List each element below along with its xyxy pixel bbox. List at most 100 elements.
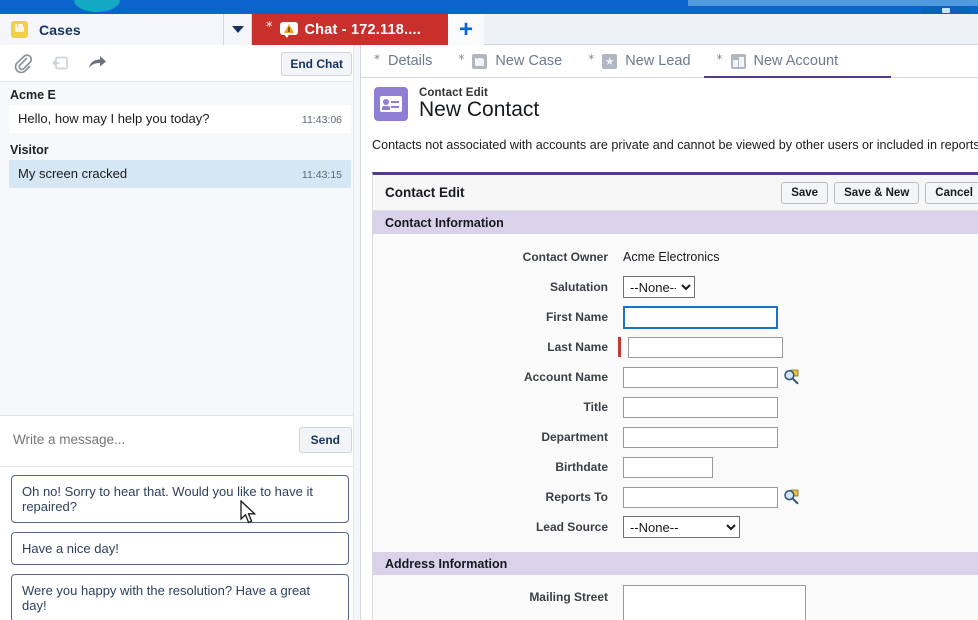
console-tab-chat-label: Chat - 172.118.... <box>305 22 421 38</box>
subtab-new-lead[interactable]: * ★ New Lead <box>575 45 703 78</box>
panel-divider[interactable] <box>353 45 361 620</box>
save-button[interactable]: Save <box>781 182 828 204</box>
field-label: Salutation <box>373 280 618 294</box>
console-tab-chat[interactable]: * Chat - 172.118.... <box>252 14 448 45</box>
chat-message-author: Acme E <box>0 82 360 105</box>
field-label: First Name <box>373 310 618 324</box>
quick-reply-item[interactable]: Have a nice day! <box>11 532 349 565</box>
cancel-button[interactable]: Cancel <box>925 182 978 204</box>
chat-message-input[interactable] <box>13 432 283 447</box>
field-row-title: Title <box>373 394 978 420</box>
salutation-select[interactable]: --None-- <box>623 276 695 298</box>
contact-edit-card-title: Contact Edit <box>385 185 781 200</box>
subtab-label: Details <box>388 53 432 69</box>
last-name-input[interactable] <box>628 337 783 358</box>
field-label: Last Name <box>373 340 618 354</box>
subtab-label: New Account <box>754 53 839 69</box>
address-information-fields: Mailing Street Mailing City <box>373 575 978 620</box>
field-row-last-name: Last Name <box>373 334 978 360</box>
save-and-new-button[interactable]: Save & New <box>834 182 919 204</box>
field-label: Title <box>373 400 618 414</box>
chat-toolbar: End Chat <box>0 45 360 82</box>
field-label: Reports To <box>373 490 618 504</box>
chat-composer: Send <box>0 415 360 467</box>
field-row-account-name: Account Name <box>373 364 978 390</box>
field-label: Account Name <box>373 370 618 384</box>
browser-toolbar-pill-glyph <box>942 8 950 13</box>
mouse-cursor <box>240 500 257 525</box>
send-message-button[interactable]: Send <box>299 427 352 453</box>
account-lookup-icon[interactable] <box>783 369 799 385</box>
title-input[interactable] <box>623 397 778 418</box>
first-name-input[interactable] <box>623 306 778 329</box>
subtab-details[interactable]: * Details <box>361 45 445 78</box>
case-icon <box>472 54 487 69</box>
department-input[interactable] <box>623 427 778 448</box>
field-label: Mailing Street <box>373 585 618 604</box>
record-header: Contact Edit New Contact <box>361 78 978 130</box>
chat-message-time: 11:43:06 <box>294 114 342 126</box>
chat-bubble-warning-icon <box>280 22 298 37</box>
unsaved-marker-icon: * <box>266 21 273 34</box>
chat-message-author: Visitor <box>0 137 360 160</box>
field-row-contact-owner: Contact Owner Acme Electronics <box>373 244 978 270</box>
console-tab-dropdown-button[interactable] <box>224 14 252 45</box>
record-panel: * Details * New Case * ★ New Lead * New … <box>361 45 978 620</box>
end-chat-button[interactable]: End Chat <box>281 52 352 76</box>
quick-reply-item[interactable]: Were you happy with the resolution? Have… <box>11 574 349 620</box>
chat-transcript: Acme E Hello, how may I help you today? … <box>0 82 360 415</box>
console-tab-cases-label: Cases <box>39 22 81 38</box>
unsaved-marker-icon: * <box>717 53 723 65</box>
console-tab-bar: Cases * Chat - 172.118.... + <box>0 14 978 45</box>
quick-reply-suggestions: Oh no! Sorry to hear that. Would you lik… <box>0 475 360 620</box>
field-row-department: Department <box>373 424 978 450</box>
reports-to-input[interactable] <box>623 487 778 508</box>
chat-message-text: My screen cracked <box>18 166 294 181</box>
birthdate-input[interactable] <box>623 457 713 478</box>
field-label: Birthdate <box>373 460 618 474</box>
chat-panel: End Chat Acme E Hello, how may I help yo… <box>0 45 360 620</box>
contact-edit-card: Contact Edit Save Save & New Cancel Cont… <box>372 172 978 620</box>
lead-star-icon: ★ <box>602 54 617 69</box>
lead-source-select[interactable]: --None-- <box>623 516 740 538</box>
field-row-lead-source: Lead Source --None-- <box>373 514 978 540</box>
unsaved-marker-icon: * <box>458 53 464 65</box>
account-name-input[interactable] <box>623 367 778 388</box>
field-label: Department <box>373 430 618 444</box>
quick-reply-item[interactable]: Oh no! Sorry to hear that. Would you lik… <box>11 475 349 523</box>
briefcase-icon <box>11 21 28 38</box>
subtab-label: New Lead <box>625 53 690 69</box>
page-title: New Contact <box>419 98 539 122</box>
field-row-mailing-street: Mailing Street <box>373 585 978 620</box>
field-row-first-name: First Name <box>373 304 978 330</box>
chat-message-time: 11:43:15 <box>294 169 342 181</box>
chat-message-text: Hello, how may I help you today? <box>18 111 294 126</box>
transfer-note-icon[interactable] <box>49 52 71 74</box>
console-tab-cases[interactable]: Cases <box>0 14 224 45</box>
reports-to-lookup-icon[interactable] <box>783 489 799 505</box>
contact-edit-card-header: Contact Edit Save Save & New Cancel <box>373 175 978 211</box>
chat-message-group: Acme E Hello, how may I help you today? … <box>0 82 360 133</box>
section-header-contact-information: Contact Information <box>373 211 978 234</box>
field-row-salutation: Salutation --None-- <box>373 274 978 300</box>
browser-chrome-strip <box>0 0 978 14</box>
subtab-new-account[interactable]: * New Account <box>704 45 852 78</box>
privacy-notice: Contacts not associated with accounts ar… <box>361 130 978 162</box>
subtab-new-case[interactable]: * New Case <box>445 45 575 78</box>
field-label: Lead Source <box>373 520 618 534</box>
record-action-buttons: Save Save & New Cancel <box>781 182 978 204</box>
contact-owner-value: Acme Electronics <box>623 250 720 264</box>
chat-message-visitor: My screen cracked 11:43:15 <box>9 160 351 188</box>
salesforce-console-window: Cases * Chat - 172.118.... + <box>0 0 978 620</box>
field-label: Contact Owner <box>373 250 618 264</box>
mailing-street-textarea[interactable] <box>623 585 806 620</box>
contact-card-icon <box>374 87 408 121</box>
unsaved-marker-icon: * <box>374 53 380 65</box>
account-icon <box>731 54 746 69</box>
attach-file-icon[interactable] <box>12 52 34 74</box>
section-header-address-information: Address Information <box>373 552 978 575</box>
new-console-tab-button[interactable]: + <box>448 14 484 45</box>
subtab-label: New Case <box>495 53 562 69</box>
chevron-down-icon <box>232 26 244 33</box>
forward-icon[interactable] <box>86 52 108 74</box>
